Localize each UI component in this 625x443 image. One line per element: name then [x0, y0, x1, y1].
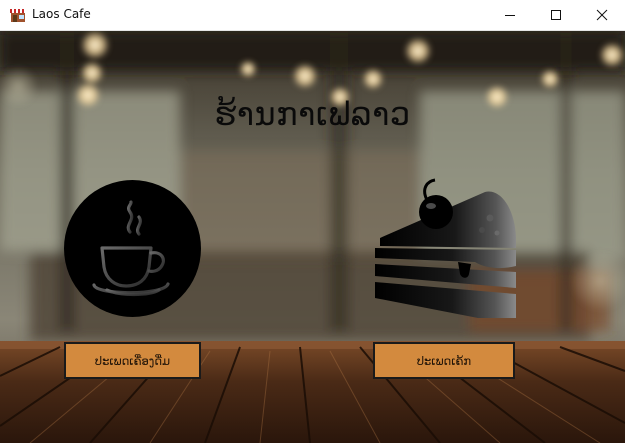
title-bar: Laos Cafe [0, 0, 625, 31]
close-button[interactable] [579, 0, 625, 30]
cafe-icon [10, 9, 26, 22]
cake-category-button[interactable]: ປະເພດເຄ້ກ [373, 342, 515, 379]
minimize-icon [505, 15, 515, 16]
minimize-button[interactable] [487, 0, 533, 30]
cake-slice-icon[interactable] [370, 178, 518, 320]
drinks-category-button[interactable]: ປະເພດເຄື່ອງດື່ມ [64, 342, 201, 379]
maximize-button[interactable] [533, 0, 579, 30]
close-icon [596, 9, 608, 21]
maximize-icon [551, 10, 561, 20]
window-title: Laos Cafe [32, 7, 91, 21]
page-heading: ຮ້ານກາເຟລາວ [214, 95, 411, 133]
cafe-scene: ຮ້ານກາເຟລາວ ປະເພດເຄື່ອງດື່ມ ປະເພດເຄ້ກ [0, 31, 625, 443]
coffee-cup-icon[interactable] [64, 180, 201, 317]
